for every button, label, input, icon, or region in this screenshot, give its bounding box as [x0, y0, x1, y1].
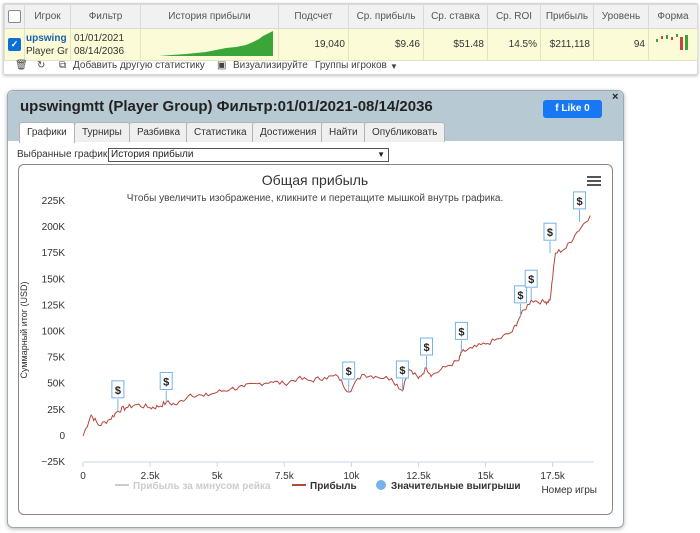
facebook-like-button[interactable]: f Like 0 — [543, 100, 602, 118]
chart-select-value: История прибыли — [111, 149, 194, 160]
avg-profit-value: $9.46 — [348, 28, 424, 61]
col-header-player[interactable]: Игрок — [24, 4, 71, 29]
y-axis-title: Суммарный итог (USD) — [19, 281, 29, 378]
y-tick-label: 150K — [42, 274, 66, 285]
form-chart — [648, 28, 698, 61]
chevron-down-icon: ▼ — [377, 150, 385, 159]
x-tick-label: 17.5k — [540, 471, 565, 482]
image-icon[interactable]: ▣ — [217, 60, 226, 71]
copy-icon[interactable]: ⧉ — [59, 60, 66, 71]
legend-bigwin-swatch — [376, 480, 386, 490]
col-header-filter[interactable]: Фильтр — [70, 4, 141, 29]
tab-statistics[interactable]: Статистика — [186, 122, 255, 142]
stats-panel: Игрок Фильтр История прибыли Подсчет Ср.… — [3, 3, 698, 75]
row-checkbox[interactable]: ✓ — [4, 28, 25, 61]
chart-select[interactable]: История прибыли ▼ — [108, 148, 389, 162]
col-header-profit[interactable]: Прибыль — [540, 4, 594, 29]
col-header-count[interactable]: Подсчет — [278, 4, 349, 29]
profit-chart[interactable]: Общая прибыль Чтобы увеличить изображение… — [19, 165, 612, 514]
chart-select-label: Выбранные графики: — [17, 149, 116, 160]
y-tick-label: 100K — [42, 327, 66, 338]
dollar-icon: $ — [399, 365, 405, 377]
y-tick-label: 75K — [47, 353, 65, 364]
col-header-level[interactable]: Уровень — [593, 4, 649, 29]
table-row[interactable]: ✓ upswing Player Gr 01/01/2021 08/14/203… — [4, 28, 698, 61]
player-groups-dropdown[interactable]: Группы игроков — [315, 60, 387, 71]
close-icon[interactable]: × — [612, 91, 618, 103]
form-bars — [656, 34, 688, 50]
chart-frame: Общая прибыль Чтобы увеличить изображение… — [18, 164, 613, 515]
y-tick-label: 200K — [42, 222, 66, 233]
col-header-avg-profit[interactable]: Ср. прибыль — [348, 4, 424, 29]
player-name-link[interactable]: upswing — [26, 32, 69, 45]
avg-roi-value: 14.5% — [487, 28, 541, 61]
x-tick-label: 7.5k — [275, 471, 295, 482]
add-stat-link[interactable]: Добавить другую статистику — [73, 60, 205, 71]
dollar-icon: $ — [528, 274, 534, 286]
stats-dialog: upswingmtt (Player Group) Фильтр:01/01/2… — [7, 90, 624, 528]
avg-stake-value: $51.48 — [423, 28, 488, 61]
dollar-icon: $ — [423, 342, 429, 354]
chart-title: Общая прибыль — [262, 172, 368, 188]
select-all-checkbox[interactable] — [4, 4, 25, 29]
sparkline-chart — [159, 31, 273, 56]
menu-icon[interactable] — [587, 176, 601, 186]
profit-value: $211,118 — [540, 28, 594, 61]
tab-find[interactable]: Найти — [321, 122, 366, 142]
stats-toolbar: 🗑 ↻ ⧉ Добавить другую статистику ▣ Визуа… — [4, 58, 697, 74]
tab-tournaments[interactable]: Турниры — [74, 122, 130, 142]
visualize-link[interactable]: Визуализируйте — [233, 60, 308, 71]
trash-icon[interactable]: 🗑 — [15, 60, 28, 71]
tab-breakdown[interactable]: Разбивка — [129, 122, 189, 142]
x-tick-label: 0 — [80, 471, 86, 482]
col-header-avg-roi[interactable]: Ср. ROI — [487, 4, 541, 29]
y-tick-label: −25K — [41, 457, 65, 468]
filter-start-date: 01/01/2021 — [74, 32, 125, 44]
stats-table: Игрок Фильтр История прибыли Подсчет Ср.… — [4, 4, 698, 61]
like-label: Like 0 — [561, 103, 590, 114]
tab-charts[interactable]: Графики — [19, 122, 75, 143]
tab-achievements[interactable]: Достижения — [252, 122, 325, 142]
player-group-label: Player Gr — [26, 45, 69, 57]
legend-rake-label: Прибыль за минусом рейка — [133, 480, 271, 492]
legend-bigwin-label: Значительные выигрыши — [391, 481, 521, 492]
chevron-down-icon[interactable]: ▼ — [390, 62, 398, 71]
chart-subtitle: Чтобы увеличить изображение, кликните и … — [127, 192, 504, 204]
dollar-icon: $ — [346, 366, 352, 378]
y-tick-label: 225K — [42, 196, 66, 207]
dollar-icon: $ — [115, 385, 121, 397]
col-header-avg-stake[interactable]: Ср. ставка — [423, 4, 488, 29]
refresh-icon[interactable]: ↻ — [37, 60, 45, 71]
x-axis-title: Номер игры — [541, 485, 597, 496]
dollar-icon: $ — [163, 376, 169, 388]
legend-profit-label: Прибыль — [310, 480, 357, 492]
y-tick-label: 125K — [42, 300, 66, 311]
level-value: 94 — [593, 28, 649, 61]
y-tick-label: 50K — [47, 379, 65, 390]
filter-end-date: 08/14/2036 — [74, 45, 125, 57]
dollar-icon: $ — [576, 196, 582, 208]
dollar-icon: $ — [547, 227, 553, 239]
tab-publish[interactable]: Опубликовать — [364, 122, 446, 142]
y-tick-label: 25K — [47, 405, 65, 416]
col-header-profit-history[interactable]: История прибыли — [140, 4, 279, 29]
dollar-icon: $ — [517, 290, 523, 302]
col-header-form[interactable]: Форма — [648, 4, 698, 29]
dialog-title: upswingmtt (Player Group) Фильтр:01/01/2… — [20, 98, 433, 115]
profit-sparkline[interactable] — [140, 28, 279, 61]
y-tick-label: 175K — [42, 248, 66, 259]
y-tick-label: 0 — [59, 431, 65, 442]
dialog-header: upswingmtt (Player Group) Фильтр:01/01/2… — [8, 91, 623, 143]
count-value: 19,040 — [278, 28, 349, 61]
dollar-icon: $ — [458, 326, 464, 338]
profit-series-line — [82, 215, 591, 437]
